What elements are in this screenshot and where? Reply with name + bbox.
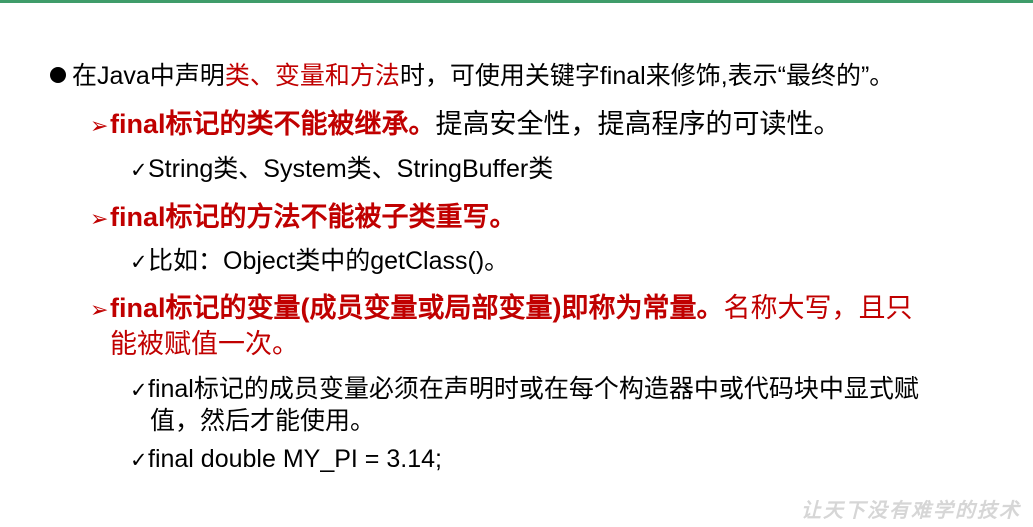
final-method-example: ✓比如：Object类中的getClass()。	[130, 241, 509, 277]
intro-text-a: 在Java中声明	[72, 62, 225, 90]
point-final-keyword-intro: 在Java中声明类、变量和方法时，可使用关键字final来修饰,表示“最终的”。	[50, 56, 894, 92]
final-method-example-text: 比如：Object类中的getClass()。	[148, 247, 510, 275]
final-method-heading: final标记的方法不能被子类重写。	[110, 202, 517, 232]
final-variable-note-line1: 名称大写，且只	[723, 293, 913, 323]
check-icon: ✓	[130, 378, 148, 402]
arrow-right-icon: ➢	[90, 298, 109, 323]
final-class-heading: final标记的类不能被继承。	[110, 109, 436, 139]
final-constant-example-code: final double MY_PI = 3.14;	[148, 445, 442, 473]
arrow-right-icon: ➢	[90, 114, 109, 139]
check-icon: ✓	[130, 448, 148, 472]
final-variable-heading: final标记的变量(成员变量或局部变量)即称为常量。	[110, 293, 724, 323]
intro-text-highlight: 类、变量和方法	[224, 62, 400, 90]
intro-text-b: 时，可使用关键字final来修饰,表示“最终的”。	[399, 62, 895, 90]
final-class-benefit: 提高安全性，提高程序的可读性。	[435, 109, 841, 139]
final-constant-example: ✓final double MY_PI = 3.14;	[130, 445, 442, 474]
final-class-examples-text: String类、System类、StringBuffer类	[148, 155, 554, 183]
final-member-rule: ✓final标记的成员变量必须在声明时或在每个构造器中或代码块中显式赋	[130, 369, 919, 405]
final-member-rule-line2: 值，然后才能使用。	[150, 407, 376, 435]
final-variable-note-line2: 能被赋值一次。	[110, 329, 299, 359]
arrow-right-icon: ➢	[90, 207, 109, 232]
point-final-method: ➢final标记的方法不能被子类重写。	[90, 195, 517, 234]
check-icon: ✓	[130, 250, 148, 274]
final-member-rule-line1: final标记的成员变量必须在声明时或在每个构造器中或代码块中显式赋	[148, 375, 919, 403]
point-final-class: ➢final标记的类不能被继承。提高安全性，提高程序的可读性。	[90, 102, 841, 141]
filled-circle-icon	[50, 67, 66, 83]
slide-content: 在Java中声明类、变量和方法时，可使用关键字final来修饰,表示“最终的”。…	[0, 0, 1033, 527]
final-class-examples: ✓String类、System类、StringBuffer类	[130, 149, 553, 185]
watermark-slogan: 让天下没有难学的技术	[801, 498, 1021, 522]
point-final-variable: ➢final标记的变量(成员变量或局部变量)即称为常量。名称大写，且只	[90, 286, 913, 325]
check-icon: ✓	[130, 158, 148, 182]
